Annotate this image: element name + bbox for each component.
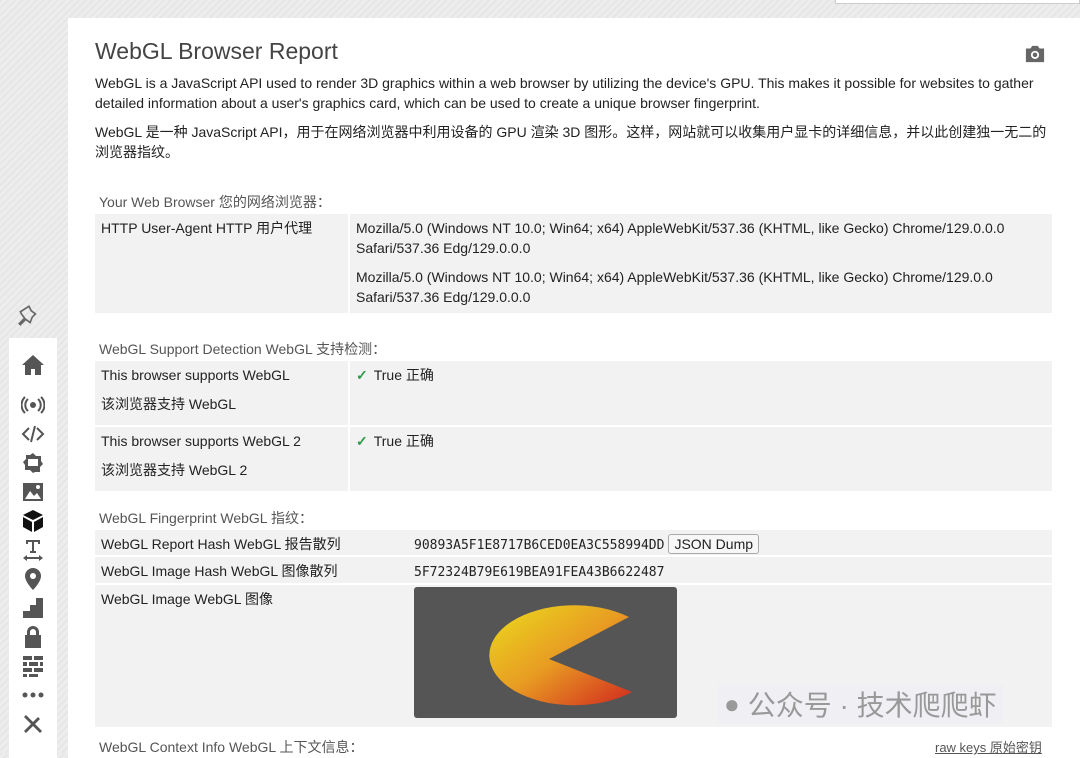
report-hash-value: 90893A5F1E8717B6CED0EA3C558994DD [414, 538, 665, 553]
lock-icon[interactable] [9, 622, 57, 651]
image-hash-label: WebGL Image Hash WebGL 图像散列 [101, 563, 338, 579]
context-heading: WebGL Context Info WebGL 上下文信息： [99, 739, 364, 755]
home-icon[interactable] [9, 348, 57, 382]
support-table: This browser supports WebGL 该浏览器支持 WebGL … [95, 361, 1052, 491]
browser-heading: Your Web Browser 您的网络浏览器： [99, 194, 331, 210]
image-hash-value: 5F72324B79E619BEA91FEA43B6622487 [414, 565, 665, 580]
pin-icon[interactable] [16, 302, 44, 330]
fingerprint-heading: WebGL Fingerprint WebGL 指纹： [99, 510, 313, 526]
support-label-en: This browser supports WebGL [101, 367, 290, 383]
json-dump-button[interactable]: JSON Dump [668, 534, 760, 554]
intro-chinese: WebGL 是一种 JavaScript API，用于在网络浏览器中利用设备的 … [95, 124, 1047, 160]
wechat-icon: ● [724, 688, 740, 719]
code-icon[interactable] [9, 419, 57, 448]
broadcast-icon[interactable] [9, 390, 57, 419]
camera-icon[interactable] [1024, 44, 1046, 64]
support-label-zh: 该浏览器支持 WebGL 2 [101, 462, 248, 478]
brick-wall-icon[interactable] [9, 651, 57, 680]
support-value: True 正确 [373, 367, 434, 383]
page-title: WebGL Browser Report [95, 38, 338, 64]
tools-icon[interactable] [9, 709, 57, 738]
stairs-icon[interactable] [9, 593, 57, 622]
browser-table: HTTP User-Agent HTTP 用户代理 Mozilla/5.0 (W… [95, 214, 1052, 313]
raw-keys-link[interactable]: raw keys 原始密钥 [935, 737, 1042, 756]
webgl-fingerprint-image [414, 587, 677, 718]
image-icon[interactable] [9, 477, 57, 506]
support-row: This browser supports WebGL 该浏览器支持 WebGL … [95, 361, 1052, 427]
image-label: WebGL Image WebGL 图像 [101, 591, 273, 607]
intro-english: WebGL is a JavaScript API used to render… [95, 75, 1034, 111]
check-icon: ✓ [356, 433, 368, 449]
ua-label: HTTP User-Agent HTTP 用户代理 [95, 214, 350, 313]
support-label-zh: 该浏览器支持 WebGL [101, 396, 237, 412]
sidebar-nav [9, 338, 57, 758]
location-pin-icon[interactable] [9, 564, 57, 593]
ua-value-2: Mozilla/5.0 (Windows NT 10.0; Win64; x64… [356, 269, 993, 305]
cube-icon[interactable] [9, 506, 57, 535]
more-icon[interactable] [9, 680, 57, 709]
text-width-icon[interactable] [9, 535, 57, 564]
chat-flower-icon[interactable] [9, 448, 57, 477]
watermark: ● 公众号 · 技术爬爬虾 [718, 684, 1003, 724]
check-icon: ✓ [356, 367, 368, 383]
ua-value-1: Mozilla/5.0 (Windows NT 10.0; Win64; x64… [356, 220, 1005, 256]
support-value: True 正确 [373, 433, 434, 449]
support-label-en: This browser supports WebGL 2 [101, 433, 301, 449]
watermark-text: 公众号 · 技术爬爬虾 [747, 690, 997, 721]
report-hash-label: WebGL Report Hash WebGL 报告散列 [101, 536, 341, 552]
top-search-box[interactable] [835, 0, 1080, 4]
support-heading: WebGL Support Detection WebGL 支持检测： [99, 341, 387, 357]
support-row: This browser supports WebGL 2 该浏览器支持 WebG… [95, 427, 1052, 491]
